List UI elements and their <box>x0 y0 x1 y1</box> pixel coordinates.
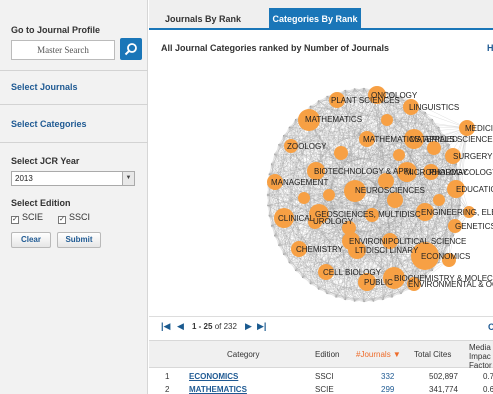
select-journals-link[interactable]: Select Journals <box>11 82 78 92</box>
jcr-year-label: Select JCR Year <box>11 156 80 166</box>
master-search-input[interactable]: Master Search <box>11 40 115 60</box>
divider <box>0 104 148 105</box>
first-page-icon[interactable]: |◀ <box>161 321 170 332</box>
row-total-cites: 502,897 <box>429 372 458 381</box>
category-node-label[interactable]: LTIDISCI LINARY <box>355 246 419 255</box>
table-header: Category Edition #Journals ▼ Total Cites… <box>149 340 493 370</box>
category-node-label[interactable]: ENGINEERING, ELEC <box>421 208 493 217</box>
category-node-label[interactable]: CHEMISTRY <box>296 245 344 254</box>
category-node-label[interactable]: MATERIALS SCIENCE, MULTIDI <box>410 135 493 144</box>
pager-right-link[interactable]: C <box>488 322 493 332</box>
ssci-label: SSCI <box>69 212 91 222</box>
prev-page-icon[interactable]: ◀ <box>177 321 184 332</box>
tab-journals-by-rank[interactable]: Journals By Rank <box>157 8 249 30</box>
col-edition[interactable]: Edition <box>315 350 339 359</box>
submit-button[interactable]: Submit <box>57 232 101 248</box>
row-journals-link[interactable]: 299 <box>381 385 394 394</box>
table-row: 1 ECONOMICS SSCI 332 502,897 0.7 <box>149 370 493 383</box>
category-node[interactable] <box>433 194 445 206</box>
jcr-year-select[interactable]: 2013 ▼ <box>11 171 135 186</box>
last-page-icon[interactable]: ▶| <box>257 321 266 332</box>
category-node-label[interactable]: CLINICAL <box>278 214 315 223</box>
row-category-link[interactable]: MATHEMATICS <box>189 385 247 394</box>
category-node[interactable] <box>298 192 310 204</box>
col-journals-label: #Journals <box>356 350 391 359</box>
col-category[interactable]: Category <box>227 350 259 359</box>
page-subtitle: All Journal Categories ranked by Number … <box>161 43 390 53</box>
row-impact: 0.6 <box>483 385 493 394</box>
category-node[interactable] <box>323 189 335 201</box>
row-impact: 0.7 <box>483 372 493 381</box>
divider <box>0 70 148 71</box>
category-node-label[interactable]: BIOTECHNOLOGY & APPL <box>314 167 414 176</box>
category-node-label[interactable]: CELL BIOLOGY <box>323 268 382 277</box>
category-node-label[interactable]: GENETICS <box>455 222 493 231</box>
category-node[interactable] <box>334 146 348 160</box>
category-node-label[interactable]: MATHEMATICS <box>305 115 362 124</box>
category-node-label[interactable]: MANAGEMENT <box>271 178 328 187</box>
category-node-label[interactable]: EDUCATIO <box>456 185 493 194</box>
row-total-cites: 341,774 <box>429 385 458 394</box>
category-node-label[interactable]: ONCOLOGY <box>371 91 418 100</box>
category-node-label[interactable]: PUBLIC <box>364 278 393 287</box>
category-node-label[interactable]: NEUROSCIENCES <box>355 186 425 195</box>
sort-desc-icon: ▼ <box>392 350 401 359</box>
category-node-label[interactable]: UROLOGY <box>313 217 354 226</box>
category-node-label[interactable]: ENVIRONI <box>349 237 388 246</box>
ssci-checkbox[interactable]: ✓ SSCI <box>58 212 90 224</box>
tab-categories-by-rank[interactable]: Categories By Rank <box>269 8 361 30</box>
tab-bar: Journals By Rank Categories By Rank <box>149 0 493 30</box>
journal-profile-title: Go to Journal Profile <box>11 25 101 35</box>
category-node[interactable] <box>393 149 405 161</box>
page-range: 1 - 25 of 232 <box>192 322 237 331</box>
col-median-impact[interactable]: Media Impac Factor <box>469 343 493 370</box>
pager-bar: |◀ ◀ 1 - 25 of 232 ▶ ▶| C <box>149 316 493 336</box>
category-node-label[interactable]: ECONOMICS <box>421 252 470 261</box>
chevron-down-icon: ▼ <box>122 172 134 185</box>
sidebar: Go to Journal Profile Master Search Sele… <box>0 0 148 394</box>
clear-button[interactable]: Clear <box>11 232 51 248</box>
category-node-label[interactable]: SURGERY <box>453 152 493 161</box>
row-rank: 2 <box>165 385 170 394</box>
table-row: 2 MATHEMATICS SCIE 299 341,774 0.6 <box>149 383 493 394</box>
checkbox-checked-icon: ✓ <box>58 216 66 224</box>
edition-label: Select Edition <box>11 198 71 208</box>
category-node-label[interactable]: PHARMACOLOGY & PH <box>429 168 493 177</box>
category-node-label[interactable]: POLITICAL SCIENCE <box>388 237 466 246</box>
category-node[interactable] <box>381 114 393 126</box>
checkbox-checked-icon: ✓ <box>11 216 19 224</box>
search-button[interactable] <box>120 38 142 60</box>
category-node-label[interactable]: LINGUISTICS <box>409 103 459 112</box>
category-node-label[interactable]: ENVIRONMENTAL & OCCUPA <box>408 280 493 289</box>
search-icon <box>124 43 137 56</box>
col-total-cites[interactable]: Total Cites <box>414 350 451 359</box>
year-value: 2013 <box>15 174 33 183</box>
category-node-label[interactable]: ZOOLOGY <box>287 142 327 151</box>
page-range-value: 1 - 25 <box>192 322 213 331</box>
page-total: of 232 <box>214 322 237 331</box>
category-network-graph[interactable]: PLANT SCIENCES ONCOLOGY LINGUISTICS MATHEMA… <box>149 60 493 315</box>
divider <box>0 142 148 143</box>
row-category-link[interactable]: ECONOMICS <box>189 372 238 381</box>
category-node-label[interactable]: MEDICINE, GENE <box>465 124 493 133</box>
next-page-icon[interactable]: ▶ <box>245 321 252 332</box>
row-edition: SCIE <box>315 385 334 394</box>
select-categories-link[interactable]: Select Categories <box>11 119 87 129</box>
col-journals[interactable]: #Journals ▼ <box>356 350 401 359</box>
header-link[interactable]: H <box>487 43 493 53</box>
scie-checkbox[interactable]: ✓ SCIE <box>11 212 43 224</box>
row-journals-link[interactable]: 332 <box>381 372 394 381</box>
network-svg: PLANT SCIENCESONCOLOGYLINGUISTICSMATHEMA… <box>266 86 493 303</box>
scie-label: SCIE <box>22 212 44 222</box>
row-edition: SSCI <box>315 372 334 381</box>
row-rank: 1 <box>165 372 170 381</box>
